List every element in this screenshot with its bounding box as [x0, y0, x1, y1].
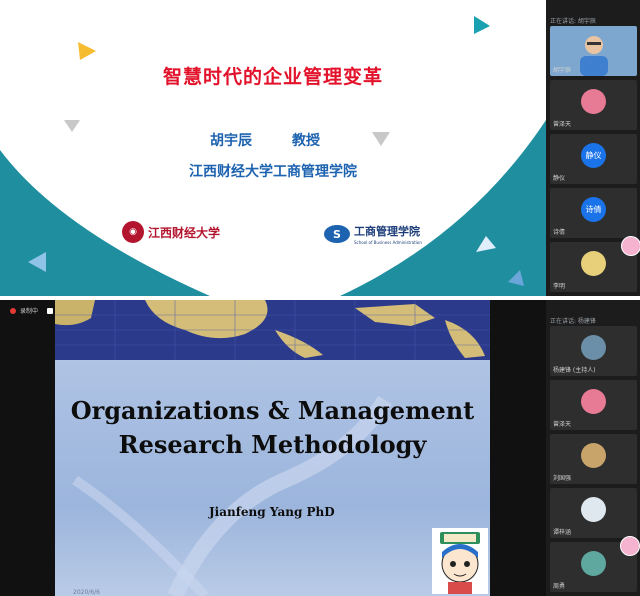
world-map-graphic: [55, 300, 490, 360]
active-speaker-label: 正在讲话: 杨建锋: [550, 318, 596, 325]
avatar: 静仪: [581, 143, 606, 168]
recording-label: 录制中: [20, 308, 39, 315]
participant-name: 周勇: [553, 583, 566, 590]
participant-tile[interactable]: 曾泽天: [550, 80, 637, 130]
triangle-teal: [474, 16, 490, 34]
participant-gallery-top[interactable]: 正在讲话: 胡宇辰 胡宇辰 曾泽天 静仪 静仪 诗倩 诗倩 李明: [546, 0, 640, 296]
school-logo-cn: 工商管理学院: [354, 225, 420, 238]
floating-avatar-badge[interactable]: [620, 536, 640, 556]
participant-video-icon: [580, 36, 608, 76]
participant-tile[interactable]: 谭梓涵: [550, 488, 637, 538]
right-wave: [340, 120, 546, 296]
school-logo: S 工商管理学院 School of Business Administrati…: [324, 221, 422, 247]
avatar: 诗倩: [581, 197, 606, 222]
slide-title-line-1: Organizations & Management: [70, 396, 475, 425]
floating-avatar-badge[interactable]: [621, 236, 640, 256]
participant-name: 曾泽天: [553, 421, 572, 428]
triangle-gray-right: [372, 132, 390, 146]
slide-decoration: [0, 16, 546, 296]
slide-title: Organizations & Management Research Meth…: [55, 394, 490, 462]
participant-name: 杨建锋 (主持人): [553, 367, 596, 374]
cartoon-reader-icon: [432, 528, 488, 594]
participant-name: 曾泽天: [553, 121, 572, 128]
avatar: [581, 335, 606, 360]
school-mark-icon: S: [324, 225, 350, 243]
university-seal-icon: ◉: [122, 221, 144, 243]
participant-name: 李明: [553, 283, 566, 290]
triangle-gray-left: [64, 120, 80, 132]
participant-name: 胡宇辰: [553, 67, 572, 74]
participant-gallery-bottom[interactable]: 正在讲话: 杨建锋 杨建锋 (主持人) 曾泽天 刘国强 谭梓涵 周勇: [546, 300, 640, 596]
participant-tile[interactable]: 静仪 静仪: [550, 134, 637, 184]
participant-tile[interactable]: 曾泽天: [550, 380, 637, 430]
slide-author: Jianfeng Yang PhD: [209, 505, 335, 519]
school-name: 江西财经大学工商管理学院: [189, 164, 357, 180]
world-map-banner: [55, 300, 490, 360]
avatar: [581, 89, 606, 114]
school-logo-en: School of Business Administration: [354, 240, 422, 245]
avatar: [581, 251, 606, 276]
speaker-name: 胡宇辰: [210, 133, 252, 149]
avatar: [581, 497, 606, 522]
participant-name: 谭梓涵: [553, 529, 572, 536]
stop-icon[interactable]: [47, 307, 54, 314]
participant-tile[interactable]: 杨建锋 (主持人): [550, 326, 637, 376]
university-logo-text: 江西财经大学: [148, 225, 221, 240]
university-logo: ◉ 江西财经大学: [122, 219, 220, 245]
participant-tile[interactable]: 刘国强: [550, 434, 637, 484]
shared-slide-top: 智慧时代的企业管理变革 胡宇辰 教授 江西财经大学工商管理学院 ◉ 江西财经大学…: [0, 0, 546, 296]
triangle-yellow: [78, 42, 96, 60]
participant-tile[interactable]: 胡宇辰: [550, 26, 637, 76]
record-dot-icon: [10, 307, 16, 314]
avatar: [581, 551, 606, 576]
slide-date: 2020/6/6: [73, 589, 100, 596]
participant-name: 静仪: [553, 175, 566, 182]
slide-title-line-2: Research Methodology: [118, 430, 427, 459]
participant-name: 诗倩: [553, 229, 566, 236]
recording-indicator[interactable]: 录制中: [10, 306, 54, 315]
speaker-role: 教授: [292, 133, 320, 149]
active-speaker-label: 正在讲话: 胡宇辰: [550, 18, 596, 25]
slide-title: 智慧时代的企业管理变革: [162, 66, 383, 88]
shared-slide-bottom: Organizations & Management Research Meth…: [55, 300, 490, 596]
avatar: [581, 389, 606, 414]
participant-tile[interactable]: 诗倩 诗倩: [550, 188, 637, 238]
participant-name: 刘国强: [553, 475, 572, 482]
avatar: [581, 443, 606, 468]
